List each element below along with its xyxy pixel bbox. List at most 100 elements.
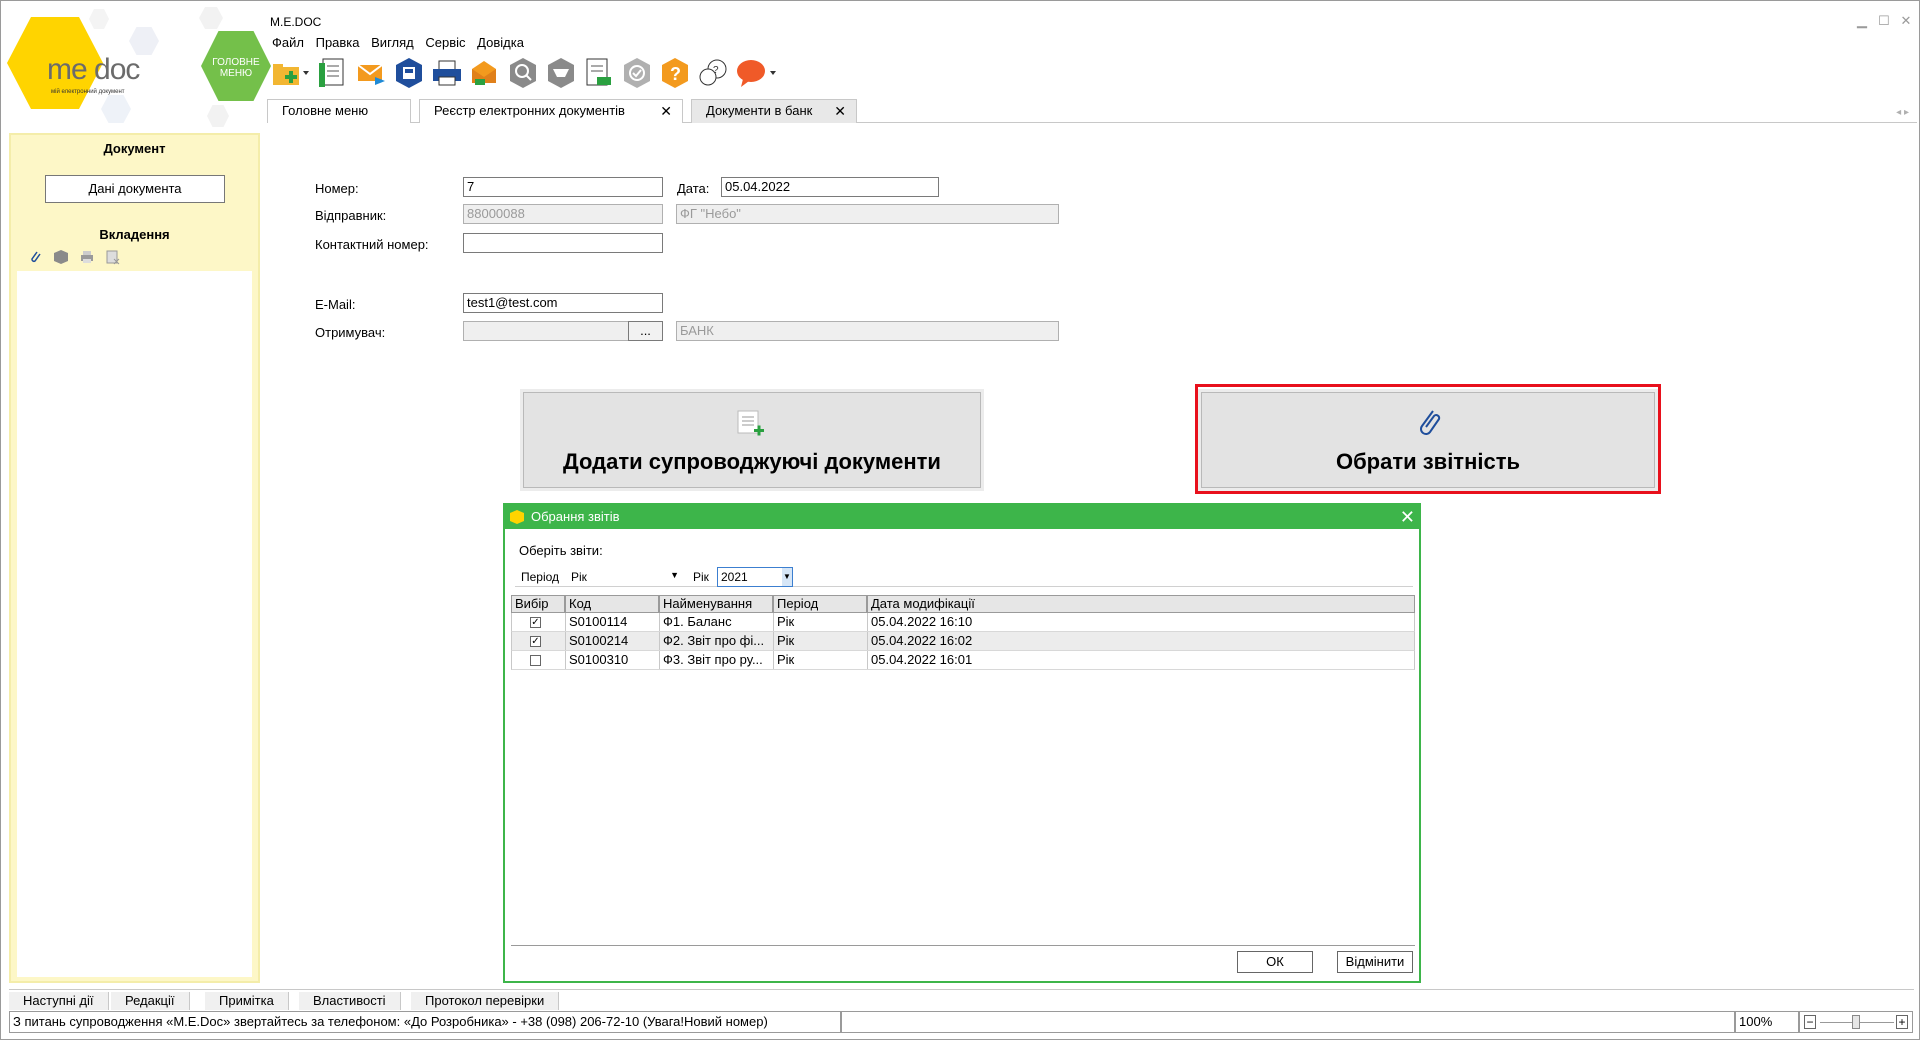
attachments-list (17, 271, 252, 977)
tab-validation-log[interactable]: Протокол перевірки (411, 992, 560, 1010)
period-select[interactable]: Рік ▼ (571, 570, 679, 584)
feedback-icon[interactable] (735, 57, 779, 89)
zoom-thumb[interactable] (1852, 1015, 1860, 1029)
column-header-name[interactable]: Найменування (659, 595, 773, 613)
email-input[interactable]: test1@test.com (463, 293, 663, 313)
add-supporting-documents-button[interactable]: Додати супроводжуючі документи (520, 389, 984, 491)
tab-properties[interactable]: Властивості (299, 992, 401, 1010)
tab-close-icon[interactable]: ✕ (660, 100, 672, 122)
year-select-value: 2021 (721, 570, 748, 584)
row-period: Рік (774, 632, 868, 650)
tab-label: Реєстр електронних документів (434, 103, 625, 118)
search-icon[interactable] (507, 57, 539, 89)
print-attachment-icon[interactable] (79, 249, 95, 265)
close-icon[interactable]: ✕ (1897, 13, 1915, 29)
date-label: Дата: (677, 181, 710, 196)
menu-service[interactable]: Сервіс (425, 33, 465, 53)
bottom-tabs: Наступні дії Редакції Примітка Властивос… (9, 989, 1914, 1010)
title-bar: M.E.DOC ▁ ☐ ✕ (267, 11, 1917, 33)
recipient-label: Отримувач: (315, 325, 386, 340)
tab-next-actions[interactable]: Наступні дії (9, 992, 109, 1010)
maximize-icon[interactable]: ☐ (1875, 13, 1893, 29)
table-row[interactable]: ✓ S0100114 Ф1. Баланс Рік 05.04.2022 16:… (511, 613, 1415, 632)
logo-subtitle: мій електронний документ (51, 89, 125, 95)
chat-icon[interactable]: ? (697, 57, 729, 89)
date-input[interactable]: 05.04.2022 (721, 177, 939, 197)
dialog-close-icon[interactable]: ✕ (1400, 505, 1415, 529)
menu-edit[interactable]: Правка (316, 33, 360, 53)
row-name: Ф2. Звіт про фі... (660, 632, 774, 650)
row-modified: 05.04.2022 16:02 (871, 633, 973, 648)
tab-bar: Головне меню Реєстр електронних документ… (267, 99, 1917, 123)
document-data-button[interactable]: Дані документа (45, 175, 225, 203)
table-row[interactable]: S0100310 Ф3. Звіт про ру... Рік 05.04.20… (511, 651, 1415, 670)
status-message: З питань супроводження «M.E.Doc» звертай… (9, 1011, 841, 1033)
tab-registry[interactable]: Реєстр електронних документів ✕ (419, 99, 683, 123)
save-icon[interactable] (393, 57, 425, 89)
tab-documents-to-bank[interactable]: Документи в банк ✕ (691, 99, 857, 123)
delete-attachment-icon[interactable] (105, 249, 121, 265)
save-attachment-icon[interactable] (53, 249, 69, 265)
column-header-modified[interactable]: Дата модифікації (867, 595, 1415, 613)
zoom-out-button[interactable]: − (1804, 1015, 1816, 1029)
dialog-logo-icon (509, 509, 525, 533)
decor-hex (129, 27, 159, 55)
send-mail-icon[interactable] (355, 57, 387, 89)
home-menu-label: ГОЛОВНЕ МЕНЮ (212, 57, 260, 79)
attachments-header: Вкладення (99, 227, 170, 242)
minimize-icon[interactable]: ▁ (1853, 13, 1871, 29)
row-select-cell[interactable]: ✓ (512, 632, 566, 650)
row-modified: 05.04.2022 16:10 (871, 614, 973, 629)
decor-hex (89, 9, 109, 29)
open-mail-icon[interactable] (469, 57, 501, 89)
svg-text:?: ? (670, 64, 681, 84)
ok-button[interactable]: ОК (1237, 951, 1313, 973)
menu-help[interactable]: Довідка (477, 33, 524, 53)
tab-scroll-arrows[interactable]: ◂ ▸ (1896, 107, 1909, 118)
column-header-period[interactable]: Період (773, 595, 867, 613)
tab-label: Документи в банк (706, 103, 813, 118)
chevron-down-icon: ▼ (782, 568, 792, 586)
cancel-button[interactable]: Відмінити (1337, 951, 1413, 973)
print-icon[interactable] (431, 57, 463, 89)
row-select-cell[interactable] (512, 651, 566, 669)
table-row[interactable]: ✓ S0100214 Ф2. Звіт про фі... Рік 05.04.… (511, 632, 1415, 651)
tab-main-menu[interactable]: Головне меню (267, 99, 411, 123)
add-document-icon (736, 409, 768, 444)
dialog-divider (511, 945, 1415, 946)
row-code: S0100114 (566, 613, 660, 631)
recipient-browse-button[interactable]: ... (628, 321, 663, 341)
tab-note[interactable]: Примітка (205, 992, 289, 1010)
year-select[interactable]: 2021 ▼ (717, 567, 793, 587)
inbox-icon[interactable] (545, 57, 577, 89)
email-label: E-Mail: (315, 297, 356, 312)
column-header-code[interactable]: Код (565, 595, 659, 613)
filter-bar: Період Рік ▼ Рік 2021 ▼ (515, 567, 1413, 587)
row-name: Ф3. Звіт про ру... (660, 651, 774, 669)
paperclip-icon[interactable] (27, 249, 43, 265)
column-header-select[interactable]: Вибір (511, 595, 565, 613)
zoom-in-button[interactable]: + (1896, 1015, 1908, 1029)
number-input[interactable]: 7 (463, 177, 663, 197)
menu-file[interactable]: Файл (272, 33, 304, 53)
row-select-cell[interactable]: ✓ (512, 613, 566, 631)
new-folder-icon[interactable] (271, 57, 309, 89)
menu-view[interactable]: Вигляд (371, 33, 414, 53)
contact-label: Контактний номер: (315, 237, 429, 252)
contact-input[interactable] (463, 233, 663, 253)
sender-code-field: 88000088 (463, 204, 663, 224)
document-header: Документ (103, 141, 166, 156)
recipient-code-field (463, 321, 629, 341)
document-edit-icon[interactable] (583, 57, 615, 89)
row-checkbox[interactable] (530, 655, 541, 666)
row-checkbox[interactable]: ✓ (530, 636, 541, 647)
help-icon[interactable]: ? (659, 57, 691, 89)
status-empty (841, 1011, 1735, 1033)
row-checkbox[interactable]: ✓ (530, 617, 541, 628)
shield-check-icon[interactable] (621, 57, 653, 89)
sender-name-field: ФГ "Небо" (676, 204, 1059, 224)
tab-revisions[interactable]: Редакції (111, 992, 190, 1010)
document-list-icon[interactable] (317, 57, 349, 89)
zoom-slider[interactable]: − + (1799, 1011, 1913, 1033)
tab-close-icon[interactable]: ✕ (834, 100, 846, 122)
